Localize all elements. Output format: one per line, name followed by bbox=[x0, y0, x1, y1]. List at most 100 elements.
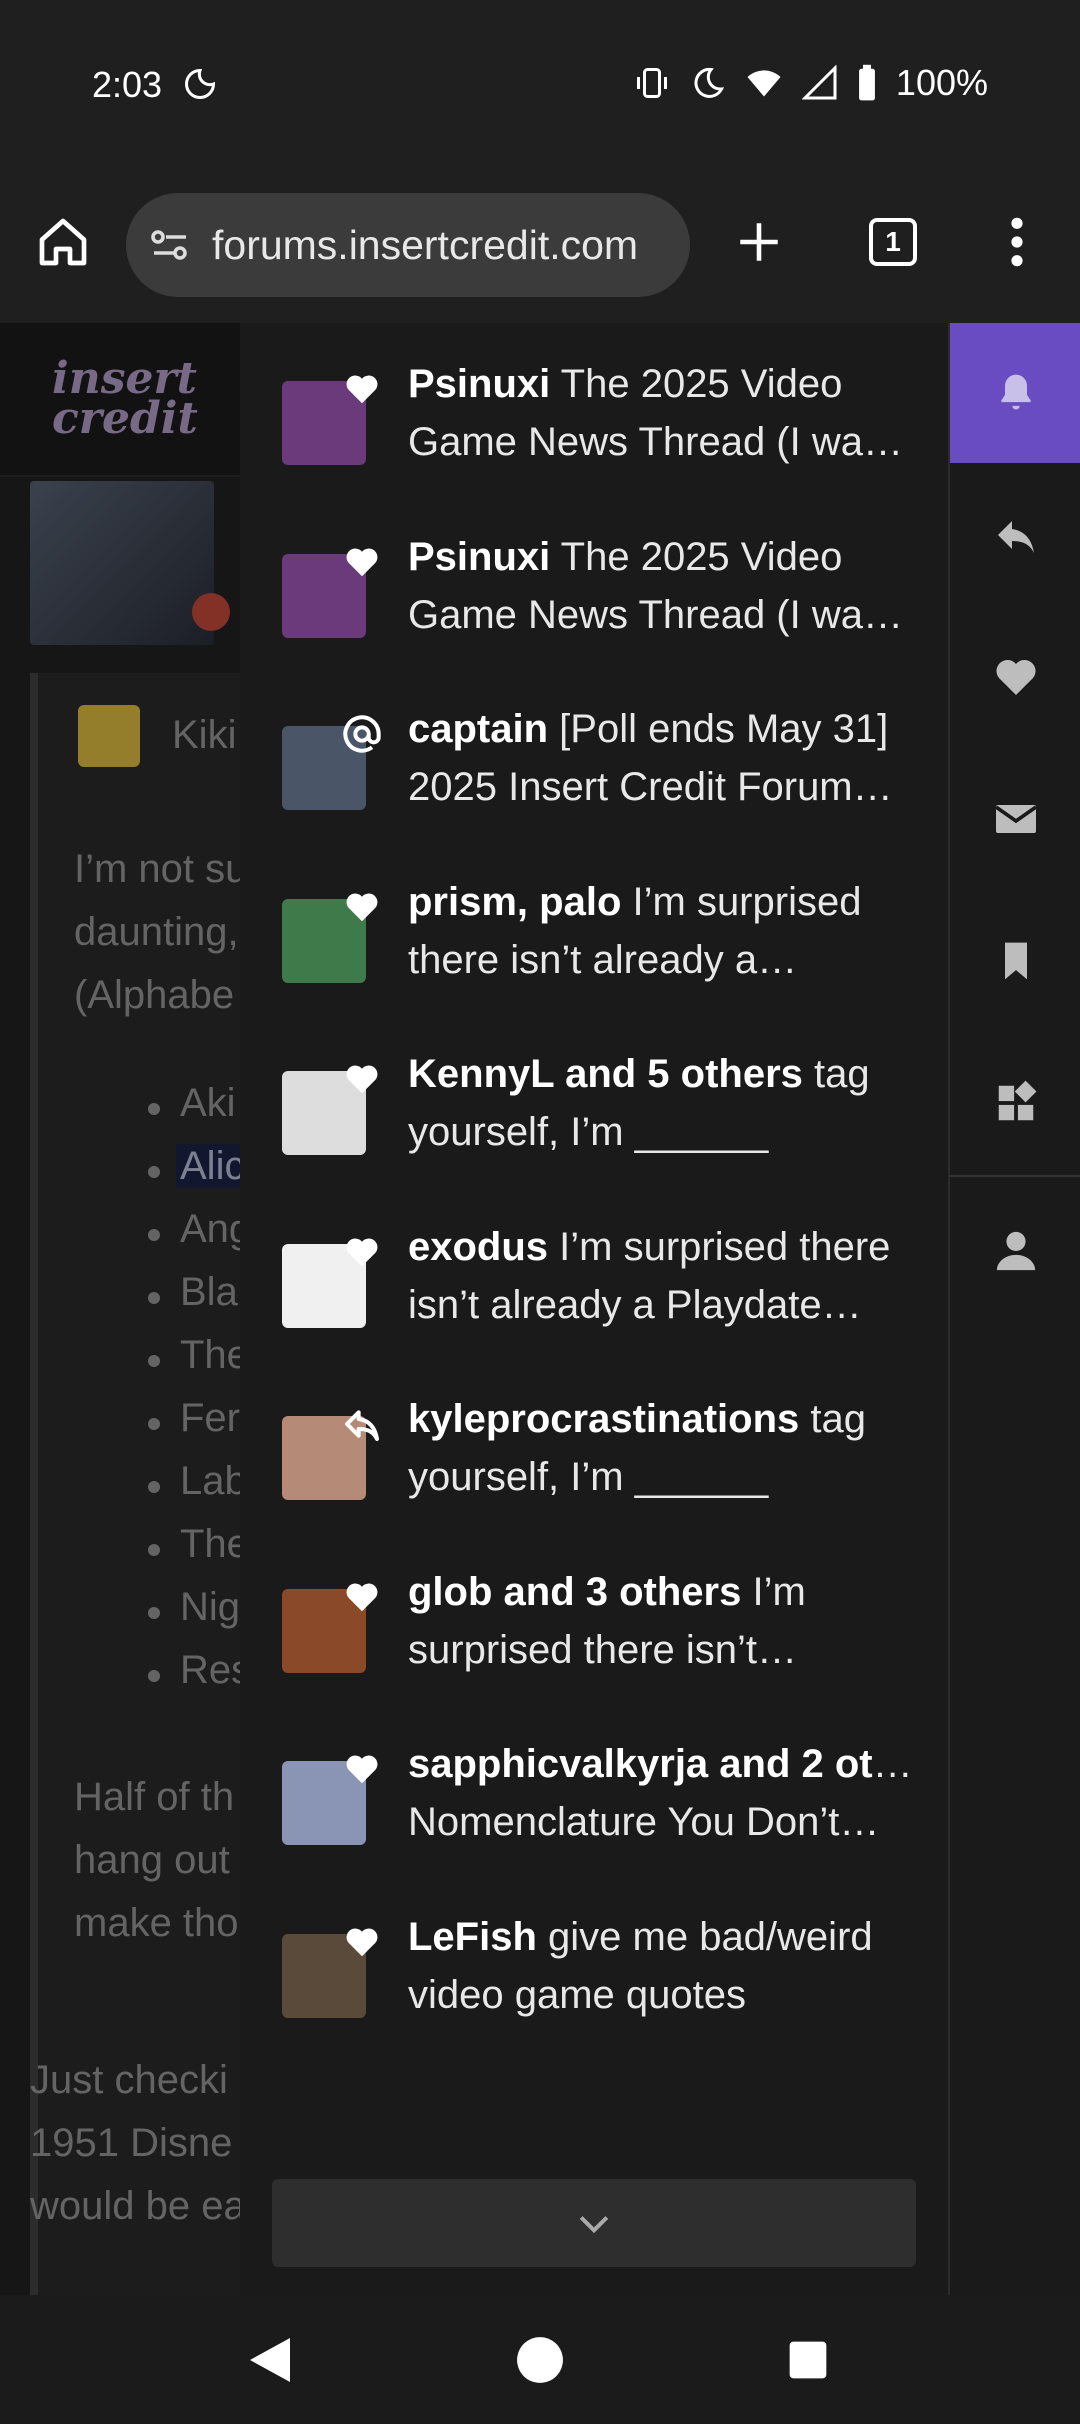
list-item: Nig bbox=[180, 1585, 241, 1629]
url-text: forums.insertcredit.com bbox=[212, 221, 639, 268]
more-vert-icon bbox=[1011, 217, 1023, 267]
address-bar[interactable]: forums.insertcredit.com bbox=[126, 193, 690, 297]
notification-item[interactable]: captain [Poll ends May 31] 2025 Insert Cr… bbox=[240, 676, 948, 848]
bullet-dot bbox=[148, 1544, 160, 1556]
recents-button[interactable] bbox=[776, 2328, 840, 2392]
rail-replies-tab[interactable] bbox=[950, 465, 1080, 605]
bookmark-icon bbox=[1005, 942, 1027, 980]
rail-other-tab[interactable] bbox=[950, 1033, 1080, 1173]
notification-user: glob and 3 others bbox=[408, 1569, 742, 1614]
paragraph-line: I’m not su bbox=[74, 847, 248, 891]
post-author-avatar[interactable] bbox=[30, 481, 214, 645]
site-logo[interactable]: insert credit bbox=[52, 357, 198, 444]
home-button[interactable] bbox=[28, 207, 98, 277]
notification-item[interactable]: prism, palo I’m surprised there isn’t alr… bbox=[240, 849, 948, 1021]
recents-square-icon bbox=[789, 2341, 827, 2379]
notification-text: I’m bbox=[741, 1569, 806, 1614]
notification-item[interactable]: Psinuxi The 2025 Video Game News Thread (… bbox=[240, 331, 948, 503]
signal-icon bbox=[801, 65, 837, 100]
notification-line-1: LeFish give me bad/weird bbox=[408, 1908, 918, 1966]
notification-text: give me bad/weird bbox=[536, 1914, 873, 1959]
notification-line-1: exodus I’m surprised there bbox=[408, 1218, 918, 1276]
browser-toolbar: forums.insertcredit.com 1 bbox=[0, 175, 1080, 323]
widgets-icon bbox=[998, 1080, 1037, 1121]
back-button[interactable] bbox=[238, 2328, 302, 2392]
tab-switcher-button[interactable]: 1 bbox=[858, 207, 928, 277]
notification-item[interactable]: glob and 3 others I’m surprised there isn… bbox=[240, 1539, 948, 1711]
show-more-notifications-button[interactable] bbox=[272, 2179, 916, 2267]
notification-user: prism, palo bbox=[408, 879, 622, 924]
at-icon bbox=[342, 714, 382, 754]
bullet-dot bbox=[148, 1607, 160, 1619]
notification-line-1: glob and 3 others I’m bbox=[408, 1563, 918, 1621]
home-icon bbox=[39, 218, 87, 266]
notification-user: Psinuxi bbox=[408, 362, 551, 406]
notification-item[interactable]: kyleprocrastinations tag yourself, I’m __… bbox=[240, 1366, 948, 1538]
bullet-dot bbox=[148, 1229, 160, 1241]
bullet-dot bbox=[148, 1355, 160, 1367]
site-settings-icon[interactable] bbox=[146, 221, 194, 269]
notification-line-1: kyleprocrastinations tag bbox=[408, 1390, 918, 1448]
notification-item[interactable]: Psinuxi The 2025 Video Game News Thread (… bbox=[240, 504, 948, 676]
bedtime-icon bbox=[185, 68, 216, 99]
heart-icon bbox=[342, 369, 382, 409]
battery-icon bbox=[859, 64, 875, 101]
notification-line-1: captain [Poll ends May 31] bbox=[408, 700, 918, 758]
bullet-dot bbox=[148, 1103, 160, 1115]
logo-line-2: credit bbox=[52, 393, 198, 444]
notification-item[interactable]: exodus I’m surprised there isn’t already … bbox=[240, 1194, 948, 1366]
back-triangle-icon bbox=[250, 2338, 290, 2382]
notification-line-2: Game News Thread (I wa… bbox=[408, 592, 903, 637]
vibrate-icon bbox=[636, 68, 667, 98]
notification-line-2: Nomenclature You Don’t… bbox=[408, 1800, 880, 1844]
paragraph-line: 1951 Disne bbox=[30, 2121, 233, 2165]
paragraph-line: daunting, bbox=[74, 910, 239, 954]
rail-bookmarks-tab[interactable] bbox=[950, 891, 1080, 1031]
status-icons: 100% bbox=[632, 62, 988, 104]
bullet-dot bbox=[148, 1418, 160, 1430]
browser-menu-button[interactable] bbox=[982, 207, 1052, 277]
notification-item[interactable]: KennyL and 5 others tag yourself, I’m ___… bbox=[240, 1021, 948, 1193]
home-circle-icon bbox=[517, 2337, 563, 2383]
dnd-moon-icon bbox=[694, 67, 724, 98]
user-menu-rail bbox=[948, 323, 1080, 2295]
reply-icon bbox=[998, 521, 1034, 553]
heart-icon bbox=[342, 1059, 382, 1099]
chevron-down-icon bbox=[579, 2216, 609, 2234]
list-item: Lab bbox=[180, 1459, 247, 1503]
rail-profile-tab[interactable] bbox=[950, 1181, 1080, 1321]
notification-line-2: Game News Thread (I wa… bbox=[408, 420, 903, 464]
notification-line-1: KennyL and 5 others tag bbox=[408, 1045, 918, 1103]
notification-text: The 2025 Video bbox=[550, 362, 843, 406]
heart-icon bbox=[342, 542, 382, 582]
notification-line-2: there isn’t already a… bbox=[408, 937, 798, 982]
notification-line-2: video game quotes bbox=[408, 1972, 747, 2017]
new-tab-button[interactable] bbox=[724, 207, 794, 277]
notification-item[interactable]: LeFish give me bad/weird video game quote… bbox=[240, 1884, 948, 2056]
heart-icon bbox=[342, 887, 382, 927]
rail-likes-tab[interactable] bbox=[950, 607, 1080, 747]
status-dot bbox=[192, 593, 230, 631]
rail-notifications-tab[interactable] bbox=[950, 323, 1080, 463]
reply-icon bbox=[342, 1404, 382, 1444]
notification-user: sapphicvalkyrja and 2 othe bbox=[408, 1742, 918, 1786]
status-bar: 2:03 100% bbox=[0, 0, 1080, 175]
list-item: Fer bbox=[180, 1396, 240, 1440]
envelope-icon bbox=[994, 805, 1038, 833]
tab-count: 1 bbox=[885, 226, 901, 257]
divider bbox=[950, 1175, 1080, 1177]
bullet-dot bbox=[148, 1292, 160, 1304]
list-item: The bbox=[180, 1333, 249, 1377]
rail-messages-tab[interactable] bbox=[950, 749, 1080, 889]
battery-percent: 100% bbox=[895, 62, 988, 103]
notification-item[interactable]: sapphicvalkyrja and 2 othe Nomenclature Y… bbox=[240, 1711, 948, 1883]
list-item: The bbox=[180, 1522, 249, 1566]
notification-text: I’m surprised bbox=[621, 879, 862, 924]
heart-icon bbox=[342, 1922, 382, 1962]
notification-line-2: yourself, I’m ______ bbox=[408, 1455, 769, 1499]
status-time: 2:03 bbox=[92, 64, 163, 105]
tab-count-box: 1 bbox=[869, 218, 917, 266]
notification-line-1: Psinuxi The 2025 Video bbox=[408, 528, 918, 586]
home-nav-button[interactable] bbox=[508, 2328, 572, 2392]
notification-user: Psinuxi bbox=[408, 534, 551, 579]
